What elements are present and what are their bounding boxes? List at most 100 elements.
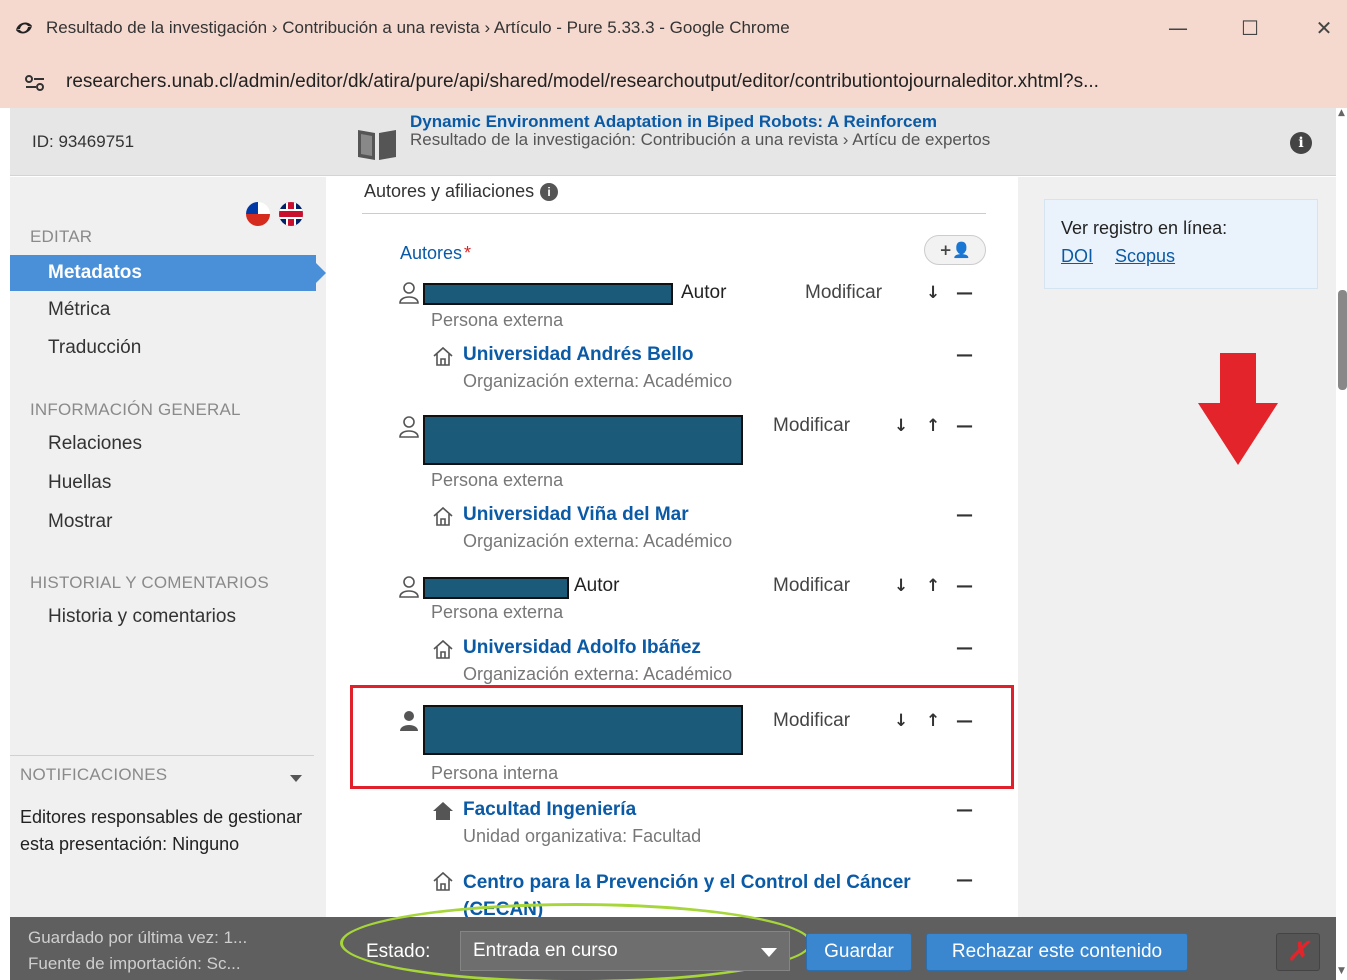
- sidebar-item-metrica[interactable]: Métrica: [48, 299, 110, 321]
- maximize-button[interactable]: ☐: [1238, 16, 1262, 40]
- remove-icon[interactable]: —: [956, 505, 973, 525]
- section-head-edit: EDITAR: [30, 227, 93, 246]
- scrollbar-thumb[interactable]: [1338, 290, 1347, 390]
- modify-author-button[interactable]: Modificar: [805, 282, 882, 304]
- book-icon: [358, 130, 396, 160]
- sidebar-item-traduccion[interactable]: Traducción: [48, 337, 141, 359]
- remove-icon[interactable]: —: [956, 638, 973, 658]
- author-role: Autor: [681, 282, 727, 303]
- section-head-notifications: NOTIFICACIONES: [20, 765, 168, 784]
- modify-author-button[interactable]: Modificar: [773, 575, 850, 597]
- move-down-icon[interactable]: ↓: [926, 283, 940, 303]
- site-settings-icon[interactable]: [24, 72, 46, 94]
- minimize-button[interactable]: —: [1166, 16, 1190, 40]
- modify-author-button[interactable]: Modificar: [773, 415, 850, 437]
- chevron-down-icon: [761, 948, 777, 957]
- section-head-general: INFORMACIÓN GENERAL: [30, 400, 241, 419]
- move-down-icon[interactable]: ↓: [894, 711, 908, 731]
- redacted-author-name: [423, 283, 673, 305]
- remove-icon[interactable]: —: [956, 870, 973, 890]
- section-title-text: Autores y afiliaciones: [364, 181, 535, 201]
- sidebar-item-label: Metadatos: [48, 262, 142, 283]
- org-type: Organización externa: Académico: [463, 371, 733, 391]
- editor-sidebar: EDITAR Metadatos Métrica Traducción INFO…: [10, 177, 326, 917]
- house-filled-icon: [433, 802, 453, 820]
- person-outline-icon: [399, 576, 419, 598]
- section-head-history: HISTORIAL Y COMENTARIOS: [30, 573, 269, 592]
- move-down-icon[interactable]: ↓: [894, 416, 908, 436]
- org-type: Organización externa: Académico: [463, 531, 733, 551]
- redacted-author-name: [423, 415, 743, 465]
- doi-link[interactable]: DOI: [1061, 246, 1093, 267]
- person-type: Persona externa: [431, 310, 564, 330]
- info-icon[interactable]: i: [1290, 132, 1312, 154]
- org-type: Organización externa: Académico: [463, 664, 733, 684]
- remove-icon[interactable]: —: [956, 711, 973, 731]
- close-editor-button[interactable]: ✗: [1276, 933, 1320, 971]
- online-record-label: Ver registro en línea:: [1061, 218, 1228, 238]
- status-label: Estado:: [366, 941, 431, 962]
- close-window-button[interactable]: ✕: [1312, 16, 1336, 40]
- uk-flag-icon[interactable]: [279, 202, 304, 226]
- notifications-text: Editores responsables de gestionar esta …: [20, 807, 303, 854]
- last-saved-text: Guardado por última vez: 1...: [28, 928, 248, 947]
- remove-icon[interactable]: —: [956, 345, 973, 365]
- org-link[interactable]: Universidad Andrés Bello: [463, 344, 694, 366]
- authors-label: Autores *: [400, 243, 471, 264]
- sidebar-item-metadatos[interactable]: Metadatos: [10, 255, 326, 291]
- org-type: Unidad organizativa: Facultad: [463, 826, 702, 846]
- scroll-down-icon[interactable]: ▼: [1338, 966, 1345, 976]
- org-link[interactable]: Universidad Viña del Mar: [463, 504, 689, 526]
- help-icon[interactable]: i: [540, 183, 559, 202]
- reject-content-button[interactable]: Rechazar este contenido: [926, 933, 1188, 971]
- record-id: ID: 93469751: [32, 132, 135, 151]
- remove-icon[interactable]: —: [956, 283, 973, 303]
- move-up-icon[interactable]: ↑: [926, 711, 940, 731]
- red-down-arrow-icon: [1198, 353, 1278, 465]
- redacted-author-name: [423, 705, 743, 755]
- language-flags: [246, 202, 307, 226]
- org-link[interactable]: Facultad Ingeniería: [463, 799, 636, 821]
- chile-flag-icon[interactable]: [246, 202, 270, 226]
- person-type: Persona interna: [431, 763, 559, 783]
- house-outline-icon: [433, 506, 453, 526]
- bottom-action-bar: Guardado por última vez: 1... Fuente de …: [10, 903, 1336, 980]
- person-filled-icon: [400, 711, 418, 731]
- save-button[interactable]: Guardar: [806, 933, 912, 971]
- authors-label-text: Autores: [400, 243, 463, 263]
- sidebar-item-mostrar[interactable]: Mostrar: [48, 511, 112, 533]
- add-author-button[interactable]: +👤: [924, 235, 986, 265]
- house-outline-icon: [433, 346, 453, 366]
- person-type: Persona externa: [431, 470, 564, 490]
- record-title[interactable]: Dynamic Environment Adaptation in Biped …: [410, 112, 1020, 132]
- org-link[interactable]: Universidad Adolfo Ibáñez: [463, 637, 701, 659]
- move-up-icon[interactable]: ↑: [926, 416, 940, 436]
- save-info: Guardado por última vez: 1... Fuente de …: [28, 925, 247, 977]
- url-field[interactable]: researchers.unab.cl/admin/editor/dk/atir…: [66, 71, 1099, 93]
- move-down-icon[interactable]: ↓: [894, 576, 908, 596]
- house-outline-icon: [433, 871, 453, 891]
- sidebar-item-relaciones[interactable]: Relaciones: [48, 433, 142, 455]
- status-select[interactable]: Entrada en curso: [460, 931, 790, 971]
- remove-icon[interactable]: —: [956, 416, 973, 436]
- address-bar: researchers.unab.cl/admin/editor/dk/atir…: [0, 58, 1347, 108]
- modify-author-button[interactable]: Modificar: [773, 710, 850, 732]
- redacted-author-name: [423, 577, 569, 599]
- sidebar-item-historia[interactable]: Historia y comentarios: [48, 606, 236, 628]
- move-up-icon[interactable]: ↑: [926, 576, 940, 596]
- import-source-text: Fuente de importación: Sc...: [28, 954, 241, 973]
- sidebar-item-huellas[interactable]: Huellas: [48, 472, 111, 494]
- person-outline-icon: [399, 282, 419, 304]
- divider: [362, 213, 986, 214]
- scopus-link[interactable]: Scopus: [1115, 246, 1175, 267]
- chevron-down-icon[interactable]: [290, 775, 302, 782]
- section-title: Autores y afiliaciones i: [364, 181, 559, 202]
- online-record-box: Ver registro en línea: DOI Scopus: [1044, 199, 1318, 289]
- remove-icon[interactable]: —: [956, 800, 973, 820]
- divider: [10, 755, 314, 756]
- pure-app-icon: [16, 22, 32, 34]
- scroll-up-icon[interactable]: ▲: [1338, 108, 1347, 124]
- authors-panel: Autores y afiliaciones i Autores * +👤 Auto…: [326, 177, 1018, 920]
- author-role: Autor: [574, 575, 620, 596]
- remove-icon[interactable]: —: [956, 576, 973, 596]
